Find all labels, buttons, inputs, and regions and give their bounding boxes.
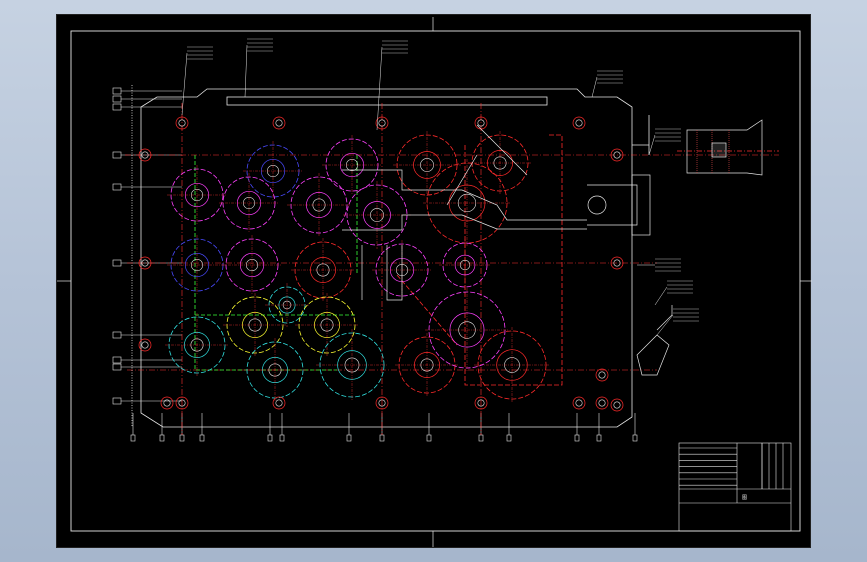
gear-14 — [439, 239, 491, 291]
bolt-hole-17 — [610, 398, 624, 412]
left-dimension-tick-3 — [112, 103, 182, 111]
leader-5 — [648, 128, 681, 156]
leader-7 — [654, 280, 693, 306]
section-detail — [677, 119, 779, 176]
gear-5 — [167, 165, 227, 225]
bottom-dimension-tick-14 — [632, 413, 638, 442]
gear-4 — [468, 131, 532, 195]
bolt-hole-2 — [272, 116, 286, 130]
leader-4 — [591, 70, 623, 98]
leader-6 — [637, 258, 681, 272]
left-dimension-tick-1 — [112, 87, 182, 95]
gear-21 — [395, 333, 459, 397]
bottom-dimension-tick-1 — [130, 413, 136, 442]
bolt-hole-5 — [572, 116, 586, 130]
housing-outline — [131, 85, 650, 428]
leader-1 — [181, 46, 213, 116]
gear-10 — [167, 235, 227, 295]
title-block — [678, 442, 792, 532]
bolt-hole-18 — [160, 396, 174, 410]
bolt-holes — [138, 116, 624, 412]
gear-18 — [165, 313, 229, 377]
red-walls — [396, 134, 563, 386]
bolt-hole-19 — [595, 396, 609, 410]
left-dimension-tick-9 — [112, 363, 182, 371]
left-dimension-markers — [112, 87, 182, 405]
gear-layout — [165, 131, 550, 403]
gear-15 — [265, 283, 309, 327]
leader-8 — [656, 308, 699, 336]
annotation-leaders — [181, 38, 699, 336]
bolt-hole-12 — [272, 396, 286, 410]
title-block-title: 图 — [742, 495, 747, 501]
leader-2 — [244, 38, 273, 98]
centerlines — [125, 103, 779, 435]
bolt-hole-16 — [595, 368, 609, 382]
gear-16 — [223, 293, 287, 357]
gear-2 — [322, 135, 382, 195]
leader-3 — [376, 40, 408, 131]
gear-22 — [474, 327, 550, 403]
gear-3 — [393, 131, 461, 199]
gear-12 — [291, 238, 355, 302]
sheet-frame — [57, 17, 812, 547]
shift-fork — [342, 124, 673, 376]
cad-viewport[interactable]: 图 — [56, 14, 812, 548]
gear-11 — [222, 235, 282, 295]
bolt-hole-15 — [572, 396, 586, 410]
left-dimension-tick-8 — [112, 356, 182, 364]
gear-23 — [425, 288, 509, 372]
cad-drawing: 图 — [57, 17, 812, 547]
